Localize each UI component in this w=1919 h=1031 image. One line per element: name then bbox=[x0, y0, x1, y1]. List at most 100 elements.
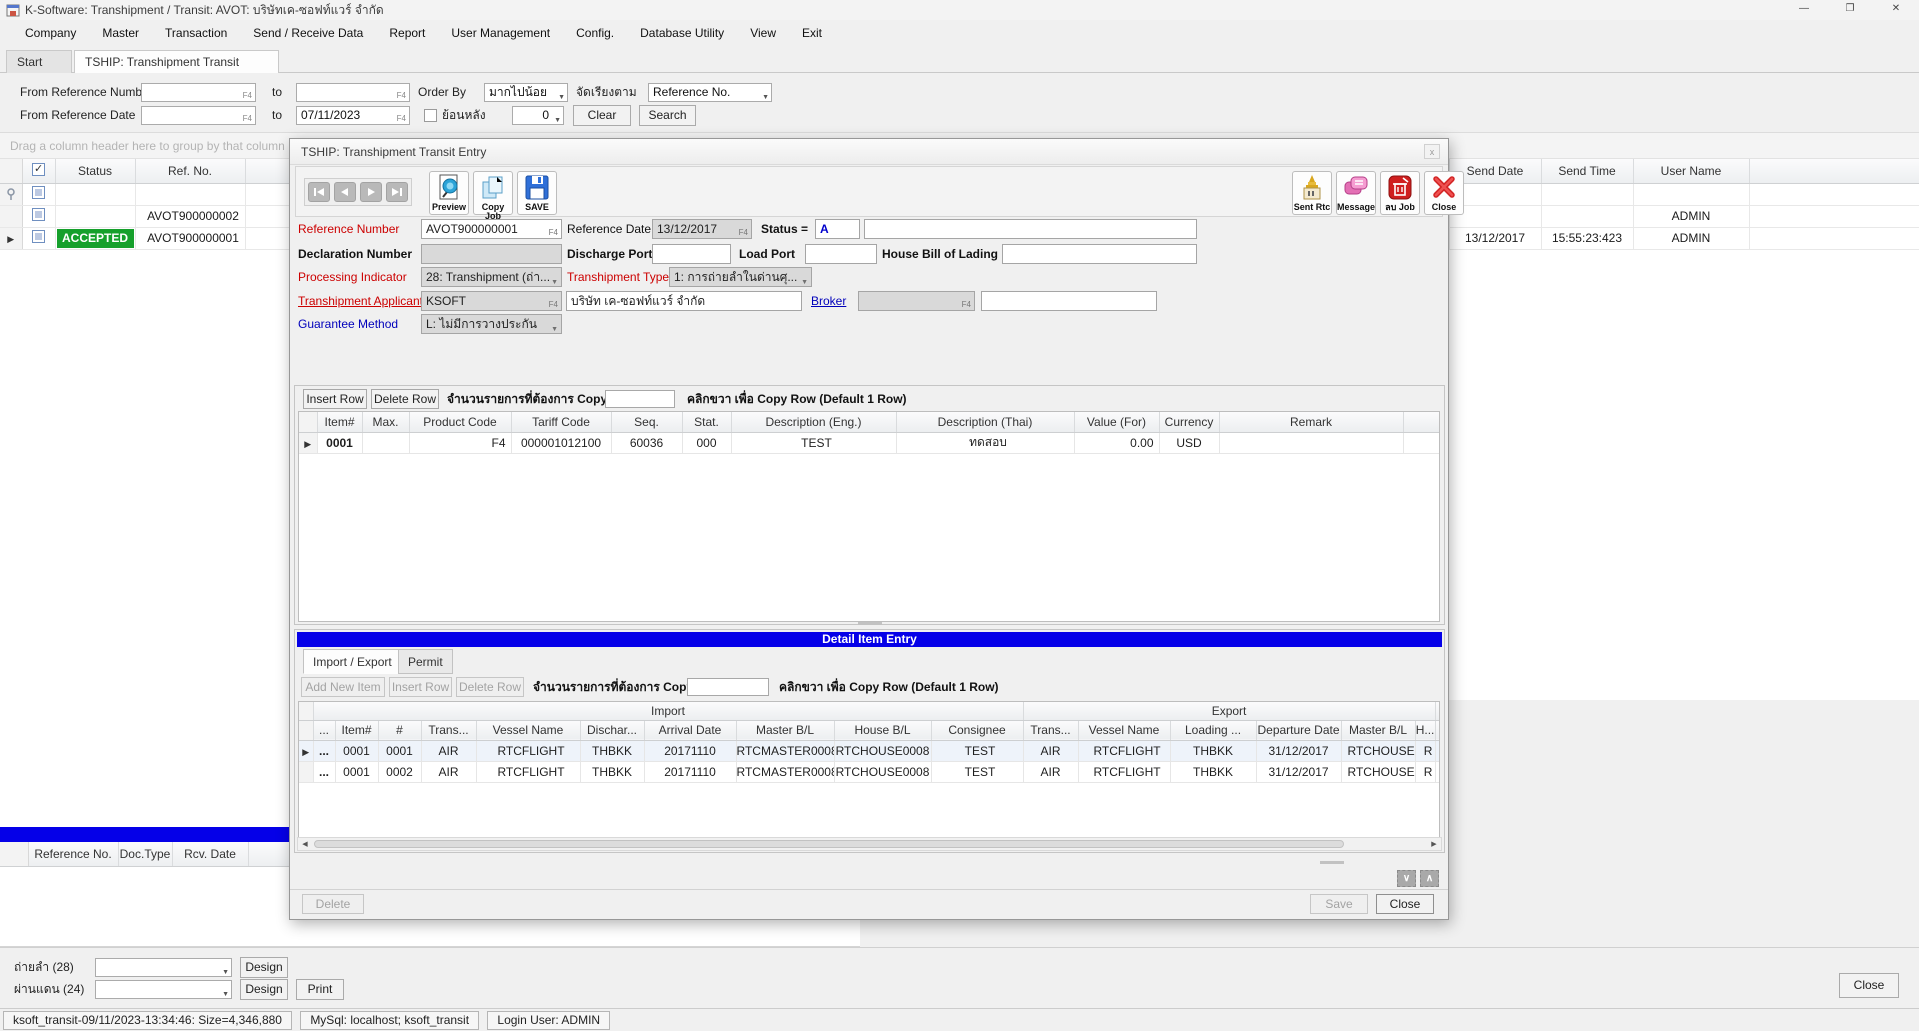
scrollbar-thumb[interactable] bbox=[314, 840, 1344, 848]
col-remark[interactable]: Remark bbox=[1219, 412, 1403, 432]
scroll-left-icon[interactable]: ◀ bbox=[299, 839, 311, 849]
from-ref-number-input[interactable]: F4 bbox=[141, 83, 256, 102]
dialog-titlebar[interactable]: TSHIP: Transhipment Transit Entry bbox=[290, 139, 1448, 165]
processing-indicator-select[interactable]: 28: Transhipment (ถ่า...▼ bbox=[421, 267, 562, 287]
col-loading[interactable]: Loading ... bbox=[1170, 720, 1256, 740]
copy-job-button[interactable]: Copy Job bbox=[473, 171, 513, 215]
horizontal-scrollbar[interactable]: ◀ ▶ bbox=[297, 837, 1442, 851]
col-item[interactable]: Item# bbox=[317, 412, 362, 432]
broker-name-input[interactable] bbox=[981, 291, 1157, 311]
col-send-time[interactable]: Send Time bbox=[1541, 159, 1633, 183]
broker-code-input[interactable]: F4 bbox=[858, 291, 975, 311]
insert-row-button[interactable]: Insert Row bbox=[303, 389, 367, 409]
reference-number-input[interactable]: AVOT900000001F4 bbox=[421, 219, 562, 239]
col-ref-no[interactable]: Ref. No. bbox=[135, 159, 245, 183]
back-checkbox[interactable] bbox=[424, 109, 437, 122]
minimize-icon[interactable]: — bbox=[1781, 0, 1827, 20]
clear-button[interactable]: Clear bbox=[573, 105, 631, 126]
guarantee-method-select[interactable]: L: ไม่มีการวางประกัน▼ bbox=[421, 314, 562, 334]
next-record-icon[interactable] bbox=[360, 182, 382, 202]
print-button[interactable]: Print bbox=[296, 979, 344, 1000]
col-ellipsis[interactable]: ... bbox=[313, 720, 335, 740]
col-value-for[interactable]: Value (For) bbox=[1074, 412, 1159, 432]
table-row[interactable]: ▶ ... 0001 0001 AIR RTCFLIGHT THBKK 2017… bbox=[299, 740, 1440, 761]
tab-permit[interactable]: Permit bbox=[398, 649, 453, 674]
col-seq[interactable]: # bbox=[378, 720, 421, 740]
dialog-close-button[interactable]: Close bbox=[1424, 171, 1464, 215]
col-vessel-export[interactable]: Vessel Name bbox=[1078, 720, 1170, 740]
main-close-button[interactable]: Close bbox=[1839, 973, 1899, 998]
transhipment-applicant-label[interactable]: Transhipment Applicant bbox=[298, 291, 423, 311]
col-consignee[interactable]: Consignee bbox=[931, 720, 1023, 740]
col-item[interactable]: Item# bbox=[335, 720, 378, 740]
col-trans-export[interactable]: Trans... bbox=[1023, 720, 1078, 740]
order-by-select[interactable]: มากไปน้อย▼ bbox=[484, 83, 568, 102]
status-input[interactable]: A bbox=[815, 219, 860, 239]
close-icon[interactable]: ✕ bbox=[1873, 0, 1919, 20]
col-currency[interactable]: Currency bbox=[1159, 412, 1219, 432]
house-bl-input[interactable] bbox=[1002, 244, 1197, 264]
row-options-button[interactable]: ... bbox=[313, 761, 335, 782]
filter-checkbox-icon[interactable] bbox=[32, 186, 45, 199]
last-record-icon[interactable] bbox=[386, 182, 408, 202]
tab-start-page[interactable]: Start Page bbox=[6, 50, 72, 73]
col-vessel-import[interactable]: Vessel Name bbox=[476, 720, 580, 740]
copy-count-input[interactable] bbox=[605, 390, 675, 408]
load-port-input[interactable] bbox=[805, 244, 877, 264]
design1-button[interactable]: Design bbox=[240, 957, 288, 978]
menu-send-receive[interactable]: Send / Receive Data bbox=[240, 20, 376, 47]
col-master-bl-import[interactable]: Master B/L bbox=[736, 720, 834, 740]
splitter-handle[interactable] bbox=[1320, 861, 1344, 864]
col-arrival-date[interactable]: Arrival Date bbox=[644, 720, 736, 740]
broker-label[interactable]: Broker bbox=[811, 291, 846, 311]
table-row[interactable]: ... 0001 0002 AIR RTCFLIGHT THBKK 201711… bbox=[299, 761, 1440, 782]
col-desc-thai[interactable]: Description (Thai) bbox=[896, 412, 1074, 432]
splitter-handle[interactable] bbox=[858, 622, 882, 625]
menu-user-management[interactable]: User Management bbox=[438, 20, 563, 47]
reference-date-input[interactable]: 13/12/2017F4 bbox=[652, 219, 752, 239]
delete-row-button[interactable]: Delete Row bbox=[371, 389, 439, 409]
sort-by-select[interactable]: Reference No.▼ bbox=[648, 83, 772, 102]
menu-view[interactable]: View bbox=[737, 20, 789, 47]
report1-select[interactable]: ▼ bbox=[95, 958, 232, 977]
detail-copy-count-input[interactable] bbox=[687, 678, 769, 696]
to-ref-number-input[interactable]: F4 bbox=[296, 83, 410, 102]
delete-job-button[interactable]: ลบ Job bbox=[1380, 171, 1420, 215]
table-row[interactable]: ▶ 0001 F4 000001012100 60036 000 TEST ทด… bbox=[299, 432, 1440, 453]
tab-import-export[interactable]: Import / Export bbox=[303, 649, 402, 674]
applicant-name-input[interactable]: บริษัท เค-ซอฟท์แวร์ จำกัด bbox=[566, 291, 802, 311]
col-discharge[interactable]: Dischar... bbox=[580, 720, 644, 740]
col-doc-type[interactable]: Doc.Type bbox=[118, 842, 172, 866]
col-house-bl-import[interactable]: House B/L bbox=[834, 720, 931, 740]
row-checkbox-icon[interactable] bbox=[32, 230, 45, 243]
col-seq[interactable]: Seq. bbox=[611, 412, 682, 432]
menu-transaction[interactable]: Transaction bbox=[152, 20, 240, 47]
applicant-code-input[interactable]: KSOFTF4 bbox=[421, 291, 562, 311]
menu-report[interactable]: Report bbox=[376, 20, 438, 47]
col-master-bl-export[interactable]: Master B/L bbox=[1341, 720, 1415, 740]
preview-button[interactable]: Preview bbox=[429, 171, 469, 215]
menu-company[interactable]: Company bbox=[12, 20, 89, 47]
menu-exit[interactable]: Exit bbox=[789, 20, 835, 47]
col-tariff-code[interactable]: Tariff Code bbox=[511, 412, 611, 432]
col-trans-import[interactable]: Trans... bbox=[421, 720, 476, 740]
declaration-number-input[interactable] bbox=[421, 244, 562, 264]
col-desc-eng[interactable]: Description (Eng.) bbox=[731, 412, 896, 432]
discharge-port-input[interactable] bbox=[652, 244, 731, 264]
row-options-button[interactable]: ... bbox=[313, 740, 335, 761]
search-button[interactable]: Search bbox=[639, 105, 696, 126]
col-stat[interactable]: Stat. bbox=[682, 412, 731, 432]
from-ref-date-input[interactable]: F4 bbox=[141, 106, 256, 125]
col-house-bl-export[interactable]: H... bbox=[1415, 720, 1435, 740]
to-ref-date-input[interactable]: 07/11/2023F4 bbox=[296, 106, 410, 125]
collapse-down-button[interactable]: ∨ bbox=[1397, 870, 1416, 887]
select-all-header[interactable] bbox=[22, 159, 55, 183]
checkbox-checked-icon[interactable] bbox=[32, 163, 45, 176]
col-status[interactable]: Status bbox=[55, 159, 135, 183]
message-button[interactable]: Message bbox=[1336, 171, 1376, 215]
sent-rtc-button[interactable]: Sent Rtc bbox=[1292, 171, 1332, 215]
maximize-icon[interactable]: ❐ bbox=[1827, 0, 1873, 20]
col-user-name[interactable]: User Name bbox=[1633, 159, 1749, 183]
scroll-right-icon[interactable]: ▶ bbox=[1428, 839, 1440, 849]
first-record-icon[interactable] bbox=[308, 182, 330, 202]
